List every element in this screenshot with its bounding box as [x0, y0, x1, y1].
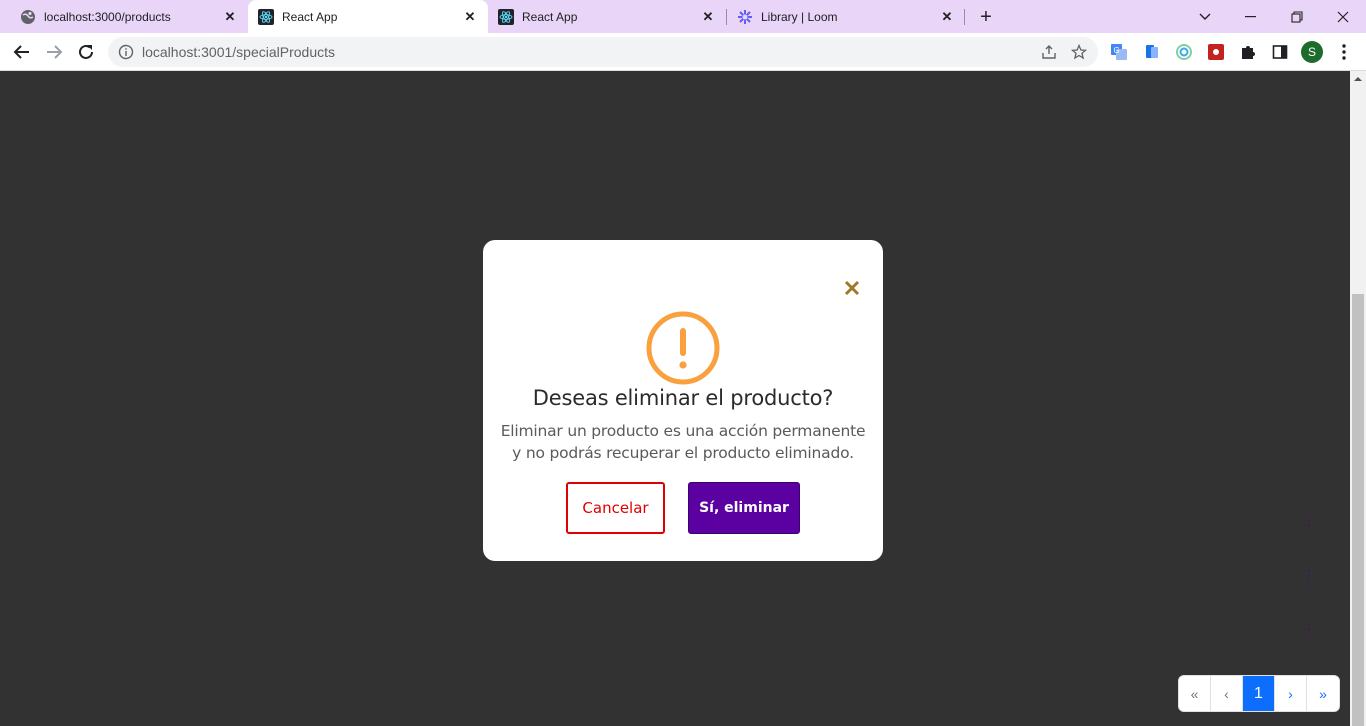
modal-close-button[interactable] — [841, 277, 863, 299]
tab-react-app[interactable]: React App ✕ — [488, 0, 726, 33]
scroll-up-arrow-icon[interactable] — [1353, 74, 1363, 84]
close-tab-icon[interactable]: ✕ — [939, 9, 955, 25]
translate-extension-icon[interactable]: G — [1109, 42, 1129, 62]
tab-strip: localhost:3000/products ✕ React App ✕ Re… — [0, 0, 1366, 33]
globe-icon — [20, 9, 36, 25]
row-menu-icon: ⋮ — [1302, 567, 1316, 584]
tab-search-button[interactable] — [1182, 0, 1228, 33]
modal-title: Deseas eliminar el producto? — [532, 386, 834, 410]
row-menu-icon: ⋮ — [1302, 512, 1316, 529]
tab-localhost-products[interactable]: localhost:3000/products ✕ — [0, 0, 248, 33]
star-icon[interactable] — [1068, 41, 1090, 63]
modal-message-line: Eliminar un producto es una acción perma… — [500, 422, 866, 440]
info-icon[interactable] — [118, 44, 134, 60]
reload-icon — [79, 44, 93, 59]
pagination-prev-button[interactable]: ‹ — [1211, 676, 1243, 711]
mobile-extension-icon[interactable] — [1142, 42, 1162, 62]
tab-separator — [964, 9, 965, 25]
address-bar[interactable]: localhost:3001/specialProducts — [108, 37, 1098, 67]
warning-icon — [646, 311, 720, 385]
close-icon — [1337, 11, 1349, 22]
confirm-delete-button[interactable]: Sí, eliminar — [688, 482, 800, 534]
close-icon — [844, 280, 860, 296]
red-extension-icon[interactable] — [1206, 42, 1226, 62]
restore-button[interactable] — [1274, 0, 1320, 33]
scrollbar-thumb[interactable] — [1352, 294, 1364, 726]
tab-title: React App — [522, 9, 578, 24]
tab-title: Library | Loom — [761, 9, 838, 24]
pagination-last-button[interactable]: » — [1307, 676, 1339, 711]
pagination-first-button[interactable]: « — [1179, 676, 1211, 711]
pagination-next-button[interactable]: › — [1275, 676, 1307, 711]
close-window-button[interactable] — [1320, 0, 1366, 33]
close-tab-icon[interactable]: ✕ — [222, 9, 238, 25]
react-icon — [258, 8, 274, 25]
minimize-icon — [1245, 15, 1256, 17]
tab-loom-library[interactable]: Library | Loom ✕ — [727, 0, 965, 33]
back-button[interactable] — [8, 38, 36, 66]
browser-toolbar: localhost:3001/specialProducts G S — [0, 33, 1366, 71]
modal-message: Eliminar un producto es una acción perma… — [483, 420, 883, 464]
close-tab-icon[interactable]: ✕ — [700, 9, 716, 25]
loom-icon — [737, 9, 753, 25]
url-text[interactable]: localhost:3001/specialProducts — [142, 44, 1038, 60]
circle-extension-icon[interactable] — [1174, 42, 1194, 62]
pagination-page-1[interactable]: 1 — [1243, 676, 1275, 711]
tab-react-app-active[interactable]: React App ✕ — [248, 0, 488, 33]
delete-confirmation-modal: Deseas eliminar el producto? Eliminar un… — [483, 240, 883, 561]
restore-icon — [1291, 10, 1303, 23]
browser-menu-icon[interactable] — [1334, 42, 1354, 62]
puzzle-extensions-icon[interactable] — [1238, 42, 1258, 62]
side-panel-icon[interactable] — [1270, 42, 1290, 62]
pagination: « ‹ 1 › » — [1178, 675, 1340, 712]
tab-title: localhost:3000/products — [44, 9, 171, 24]
svg-text:G: G — [1114, 46, 1120, 55]
minimize-button[interactable] — [1228, 0, 1274, 33]
row-menu-icon: ⋮ — [1302, 621, 1316, 638]
profile-avatar[interactable]: S — [1301, 41, 1323, 63]
tab-title: React App — [282, 9, 338, 24]
arrow-right-icon — [47, 45, 63, 59]
modal-message-line: y no podrás recuperar el producto elimin… — [512, 444, 854, 462]
reload-button[interactable] — [72, 38, 100, 66]
new-tab-button[interactable]: + — [975, 6, 997, 28]
chevron-down-icon — [1199, 13, 1211, 20]
close-tab-icon[interactable]: ✕ — [462, 9, 478, 25]
arrow-left-icon — [13, 45, 29, 59]
react-icon — [498, 8, 514, 25]
forward-button[interactable] — [40, 38, 68, 66]
cancel-button[interactable]: Cancelar — [566, 482, 665, 534]
share-icon[interactable] — [1038, 41, 1060, 63]
